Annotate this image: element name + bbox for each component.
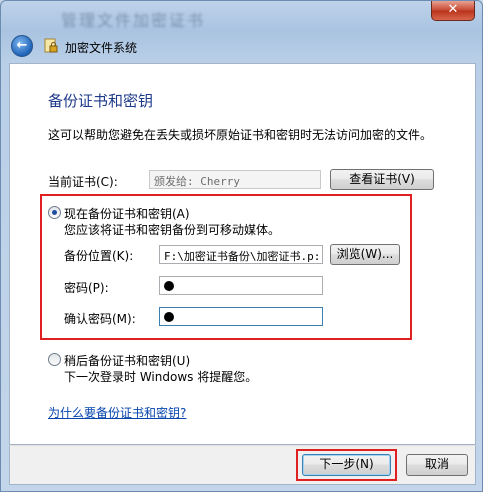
- backup-later-description: 下一次登录时 Windows 将提醒您。: [64, 370, 258, 384]
- nav-title: 加密文件系统: [65, 41, 138, 55]
- radio-selected-dot: [52, 210, 57, 215]
- close-button[interactable]: ✕: [431, 1, 475, 21]
- wizard-footer: 下一步(N) 取消: [9, 445, 476, 485]
- cancel-button[interactable]: 取消: [406, 454, 468, 476]
- why-backup-link[interactable]: 为什么要备份证书和密钥?: [48, 404, 186, 421]
- backup-now-label[interactable]: 现在备份证书和密钥(A): [64, 205, 190, 222]
- back-arrow-icon: ←: [16, 38, 28, 53]
- encrypted-file-icon: [44, 38, 58, 53]
- backup-location-label: 备份位置(K):: [64, 249, 134, 263]
- view-cert-button[interactable]: 查看证书(V): [330, 169, 434, 190]
- close-icon: ✕: [447, 2, 459, 17]
- password-input[interactable]: [159, 276, 323, 295]
- intro-text: 这可以帮助您避免在丢失或损坏原始证书和密钥时无法访问加密的文件。: [48, 128, 433, 142]
- nav-bar: ← 加密文件系统: [7, 33, 477, 59]
- page-title: 备份证书和密钥: [48, 92, 154, 110]
- backup-location-input[interactable]: F:\加密证书备份\加密证书.p:: [159, 245, 323, 264]
- browse-button[interactable]: 浏览(W)...: [330, 244, 400, 265]
- password-mask-dot: [164, 312, 174, 322]
- password-mask-dot: [164, 281, 174, 291]
- back-button[interactable]: ←: [11, 35, 33, 57]
- confirm-password-label: 确认密码(M):: [64, 312, 136, 326]
- next-button[interactable]: 下一步(N): [302, 454, 391, 476]
- backup-now-radio[interactable]: [48, 206, 61, 219]
- current-cert-field: 颁发给: Cherry: [149, 170, 321, 189]
- confirm-password-input[interactable]: [159, 307, 323, 326]
- backup-later-radio[interactable]: [48, 353, 61, 366]
- wizard-content: 备份证书和密钥 这可以帮助您避免在丢失或损坏原始证书和密钥时无法访问加密的文件。…: [9, 63, 476, 445]
- window-title: 管理文件加密证书: [61, 11, 206, 30]
- password-label: 密码(P):: [64, 281, 109, 295]
- backup-now-description: 您应该将证书和密钥备份到可移动媒体。: [64, 223, 281, 237]
- backup-later-label[interactable]: 稍后备份证书和密钥(U): [64, 352, 190, 369]
- dialog-window: 管理文件加密证书 ✕ ← 加密文件系统 备份证书和密钥 这可以帮助您避免在丢失或…: [0, 0, 483, 492]
- current-cert-label: 当前证书(C):: [48, 175, 118, 189]
